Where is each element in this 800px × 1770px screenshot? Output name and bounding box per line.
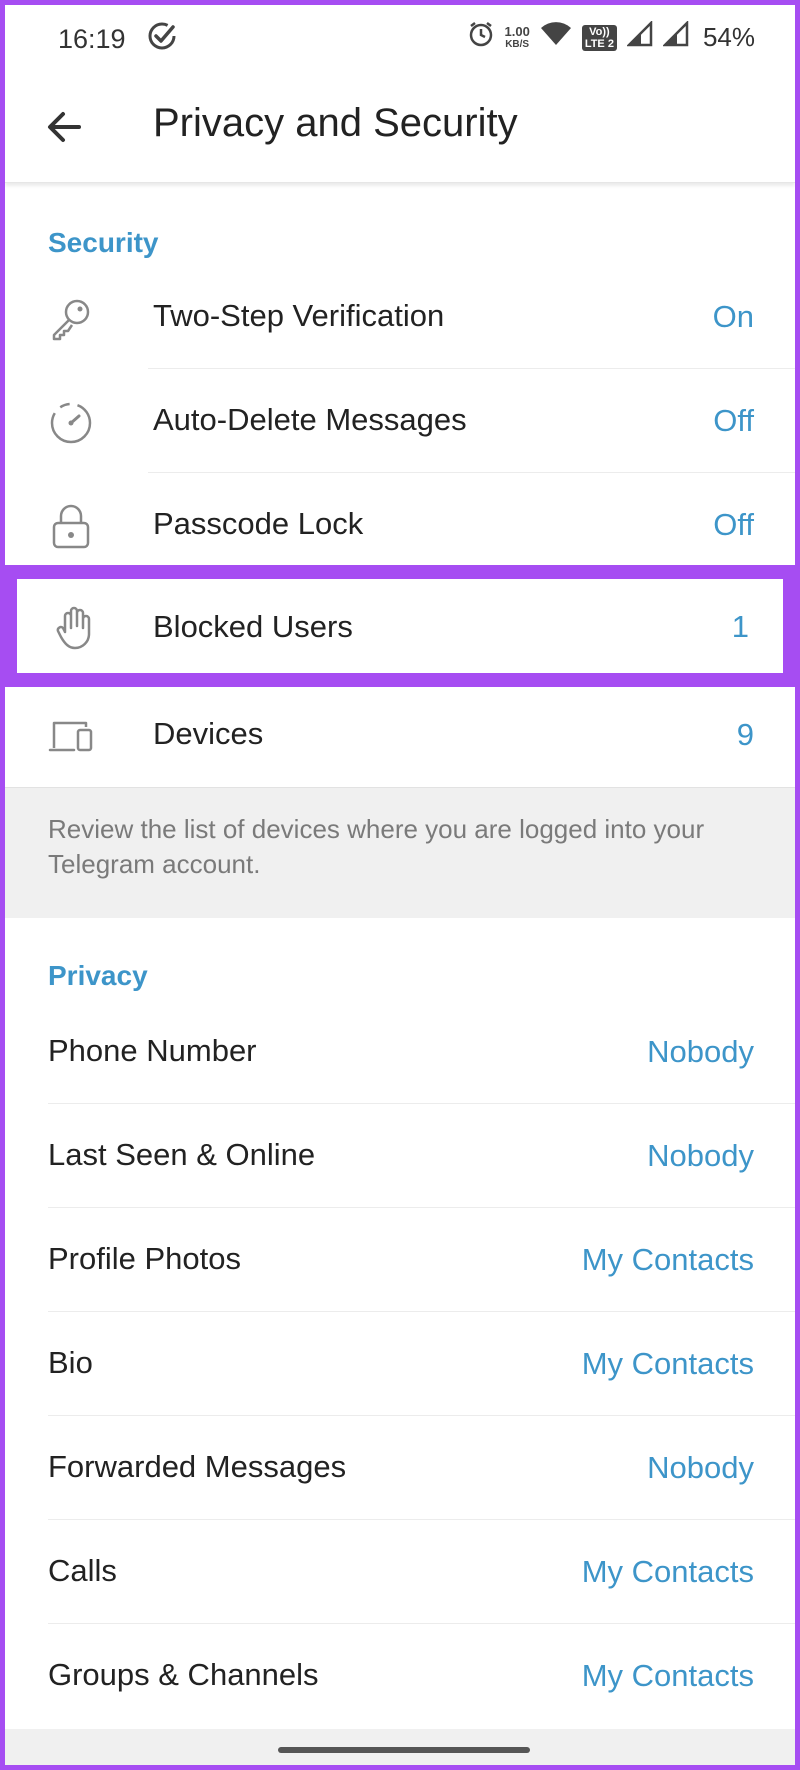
row-label: Passcode Lock — [153, 506, 364, 541]
groups-channels-row[interactable]: Groups & Channels My Contacts — [5, 1624, 795, 1728]
task-check-icon — [147, 21, 177, 58]
row-value: Off — [713, 507, 754, 542]
blocked-users-row[interactable]: Blocked Users 1 — [17, 579, 783, 673]
status-time: 16:19 — [58, 24, 126, 54]
row-label: Profile Photos — [48, 1241, 241, 1276]
row-value: My Contacts — [581, 1242, 754, 1277]
key-icon — [48, 295, 94, 341]
timer-icon — [48, 399, 94, 445]
volte-bottom: LTE 2 — [584, 37, 614, 50]
row-value: Nobody — [647, 1450, 754, 1485]
two-step-verification-row[interactable]: Two-Step Verification On — [5, 265, 795, 369]
back-button[interactable] — [43, 105, 87, 149]
battery-level: 54% — [702, 22, 755, 52]
devices-row[interactable]: Devices 9 — [5, 683, 795, 787]
row-value: My Contacts — [581, 1658, 754, 1693]
volte-top: Vo)) — [589, 25, 610, 38]
row-label: Groups & Channels — [48, 1657, 319, 1692]
signal-icon-1 — [625, 19, 653, 54]
row-value: 1 — [731, 609, 749, 644]
privacy-section-header: Privacy — [48, 960, 148, 991]
back-arrow-icon — [48, 112, 81, 142]
row-label: Bio — [48, 1345, 93, 1380]
row-value: My Contacts — [581, 1346, 754, 1381]
row-value: My Contacts — [581, 1554, 754, 1589]
last-seen-online-row[interactable]: Last Seen & Online Nobody — [5, 1104, 795, 1208]
network-speed-value: 1.00 — [504, 23, 530, 39]
devices-icon — [48, 713, 94, 759]
forwarded-messages-row[interactable]: Forwarded Messages Nobody — [5, 1416, 795, 1520]
auto-delete-messages-row[interactable]: Auto-Delete Messages Off — [5, 369, 795, 473]
screen-frame: 16:19 1.00 KB/S Vo)) LTE 2 54% Privacy a… — [0, 0, 800, 1770]
bio-row[interactable]: Bio My Contacts — [5, 1312, 795, 1416]
volte-badge: Vo)) LTE 2 — [581, 24, 617, 51]
row-value: On — [712, 299, 754, 334]
network-speed: 1.00 KB/S — [505, 25, 530, 51]
profile-photos-row[interactable]: Profile Photos My Contacts — [5, 1208, 795, 1312]
signal-icon-2 — [661, 19, 689, 54]
row-value: Nobody — [647, 1034, 754, 1069]
row-value: 9 — [736, 717, 754, 752]
network-speed-unit: KB/S — [505, 38, 530, 50]
row-label: Last Seen & Online — [48, 1137, 316, 1172]
passcode-lock-row[interactable]: Passcode Lock Off — [5, 473, 795, 577]
app-bar: Privacy and Security — [5, 75, 795, 183]
wifi-icon — [540, 21, 572, 54]
row-value: Off — [713, 403, 754, 438]
row-label: Forwarded Messages — [48, 1449, 347, 1484]
status-bar: 16:19 1.00 KB/S Vo)) LTE 2 54% — [5, 5, 795, 75]
row-label: Calls — [48, 1553, 117, 1588]
hand-icon — [53, 604, 99, 650]
row-label: Phone Number — [48, 1033, 257, 1068]
gesture-nav-handle[interactable] — [278, 1747, 530, 1753]
phone-number-row[interactable]: Phone Number Nobody — [5, 1000, 795, 1104]
status-icons: 1.00 KB/S Vo)) LTE 2 54% — [467, 19, 755, 55]
security-section-header: Security — [48, 227, 159, 258]
row-label: Devices — [153, 716, 264, 751]
calls-row[interactable]: Calls My Contacts — [5, 1520, 795, 1624]
devices-info-box: Review the list of devices where you are… — [5, 787, 795, 918]
devices-info-text: Review the list of devices where you are… — [48, 814, 705, 879]
row-value: Nobody — [647, 1138, 754, 1173]
row-label: Two-Step Verification — [153, 298, 445, 333]
page-title: Privacy and Security — [153, 101, 518, 145]
lock-icon — [48, 503, 94, 549]
row-label: Blocked Users — [153, 609, 353, 644]
alarm-icon — [467, 20, 495, 55]
row-label: Auto-Delete Messages — [153, 402, 467, 437]
